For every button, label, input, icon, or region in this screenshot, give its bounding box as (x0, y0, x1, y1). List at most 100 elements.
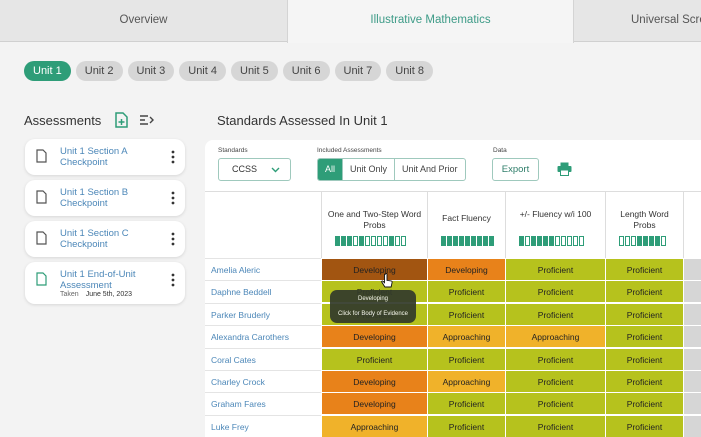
mastery-cell[interactable]: Proficient (605, 325, 683, 348)
pointer-cursor-icon (381, 273, 393, 288)
mastery-cell[interactable]: Proficient (427, 280, 505, 303)
mastery-cell[interactable]: Proficient (605, 370, 683, 392)
mastery-segment (555, 236, 560, 246)
column-header-next[interactable] (683, 191, 701, 258)
assessment-card-section-b[interactable]: Unit 1 Section B Checkpoint (25, 180, 185, 216)
mastery-cell[interactable]: Proficient (321, 347, 427, 370)
column-header-word-probs[interactable]: One and Two-Step Word Probs (321, 191, 427, 258)
mastery-segment (465, 236, 470, 246)
mastery-cell[interactable]: Proficient (505, 347, 605, 370)
mastery-cell[interactable] (683, 280, 701, 303)
included-unit-and-prior-button[interactable]: Unit And Prior (394, 159, 465, 180)
print-icon[interactable] (557, 162, 572, 176)
mastery-cell[interactable] (683, 325, 701, 348)
unit-pill-2[interactable]: Unit 2 (75, 61, 123, 81)
mastery-cell[interactable]: Proficient (605, 347, 683, 370)
column-header-length-word-probs[interactable]: Length Word Probs (605, 191, 683, 258)
mastery-bar (335, 236, 406, 246)
mastery-cell[interactable]: Proficient (505, 258, 605, 280)
unit-pill-1[interactable]: Unit 1 (24, 61, 71, 81)
mastery-cell[interactable]: Proficient (605, 392, 683, 415)
mastery-segment (549, 236, 554, 246)
unit-pill-7[interactable]: Unit 7 (334, 61, 382, 81)
tab-illustrative-mathematics[interactable]: Illustrative Mathematics (287, 0, 574, 43)
assessment-card-section-a[interactable]: Unit 1 Section A Checkpoint (25, 139, 185, 175)
column-header-fluency-100[interactable]: +/- Fluency w/i 100 (505, 191, 605, 258)
document-icon (36, 190, 47, 204)
assessment-card-section-c[interactable]: Unit 1 Section C Checkpoint (25, 221, 185, 257)
mastery-cell[interactable]: Proficient (427, 414, 505, 437)
mastery-cell[interactable]: Developing (321, 325, 427, 348)
mastery-segment (573, 236, 578, 246)
mastery-cell[interactable] (683, 370, 701, 392)
mastery-cell[interactable]: Developing (321, 392, 427, 415)
more-options-icon[interactable] (171, 273, 175, 287)
mastery-cell[interactable]: Developing (321, 258, 427, 280)
mastery-cell[interactable]: Proficient (427, 302, 505, 325)
mastery-cell[interactable]: Proficient (505, 392, 605, 415)
mastery-segment (335, 236, 340, 246)
mastery-cell[interactable]: Proficient (427, 347, 505, 370)
mastery-cell[interactable]: Proficient (605, 258, 683, 280)
more-options-icon[interactable] (171, 191, 175, 205)
assessment-card-end-of-unit[interactable]: Unit 1 End-of-Unit Assessment Taken June … (25, 262, 185, 304)
mastery-cell[interactable]: Developing (427, 258, 505, 280)
document-icon (36, 149, 47, 163)
mastery-segment (525, 236, 530, 246)
add-assessment-icon[interactable] (113, 112, 129, 128)
mastery-cell[interactable]: Proficient (605, 302, 683, 325)
tab-universal-screener[interactable]: Universal Scree (574, 0, 701, 42)
unit-pill-3[interactable]: Unit 3 (127, 61, 175, 81)
mastery-segment (619, 236, 624, 246)
mastery-cell[interactable] (683, 258, 701, 280)
student-name-link[interactable]: Daphne Beddell (205, 280, 321, 302)
mastery-segment (377, 236, 382, 246)
mastery-cell[interactable] (683, 302, 701, 325)
mastery-cell[interactable]: Proficient (605, 280, 683, 303)
standards-select[interactable]: CCSS (218, 158, 291, 181)
student-name-link[interactable]: Graham Fares (205, 392, 321, 414)
more-options-icon[interactable] (171, 232, 175, 246)
export-button[interactable]: Export (492, 158, 539, 181)
mastery-cell[interactable] (683, 347, 701, 370)
included-unit-only-button[interactable]: Unit Only (342, 159, 394, 180)
mastery-cell[interactable]: Developing (321, 370, 427, 392)
page-title: Standards Assessed In Unit 1 (217, 113, 388, 128)
mastery-cell[interactable]: Approaching (505, 325, 605, 348)
student-name-link[interactable]: Charley Crock (205, 370, 321, 392)
mastery-segment (643, 236, 648, 246)
assessment-name: Unit 1 Section A Checkpoint (60, 146, 128, 168)
mastery-cell[interactable]: Proficient (427, 392, 505, 415)
unit-selector: Unit 1 Unit 2 Unit 3 Unit 4 Unit 5 Unit … (24, 61, 433, 81)
mastery-segment (649, 236, 654, 246)
unit-pill-5[interactable]: Unit 5 (231, 61, 278, 81)
mastery-cell[interactable]: Approaching (321, 414, 427, 437)
unit-pill-6[interactable]: Unit 6 (282, 61, 330, 81)
column-title: Length Word Probs (620, 209, 669, 230)
unit-pill-4[interactable]: Unit 4 (179, 61, 226, 81)
more-options-icon[interactable] (171, 150, 175, 164)
column-header-fact-fluency[interactable]: Fact Fluency (427, 191, 505, 258)
tab-overview[interactable]: Overview (0, 0, 287, 42)
mastery-cell[interactable] (683, 414, 701, 437)
student-name-link[interactable]: Alexandra Carothers (205, 325, 321, 347)
student-name-link[interactable]: Amelia Aleric (205, 258, 321, 280)
mastery-cell[interactable]: Proficient (505, 414, 605, 437)
mastery-cell[interactable] (683, 392, 701, 415)
student-name-link[interactable]: Luke Frey (205, 414, 321, 437)
mastery-segment (537, 236, 542, 246)
unit-pill-8[interactable]: Unit 8 (386, 61, 433, 81)
included-assessments-label: Included Assessments (317, 147, 382, 154)
mastery-cell[interactable]: Approaching (427, 370, 505, 392)
mastery-cell[interactable]: Proficient (505, 302, 605, 325)
mastery-segment (459, 236, 464, 246)
student-name-link[interactable]: Coral Cates (205, 347, 321, 370)
mastery-cell[interactable]: Proficient (505, 370, 605, 392)
student-name-link[interactable]: Parker Bruderly (205, 302, 321, 325)
document-icon (36, 272, 47, 286)
mastery-cell[interactable]: Proficient (505, 280, 605, 303)
mastery-cell[interactable]: Approaching (427, 325, 505, 348)
reorder-list-icon[interactable] (139, 112, 155, 128)
included-all-button[interactable]: All (318, 159, 343, 180)
mastery-cell[interactable]: Proficient (605, 414, 683, 437)
